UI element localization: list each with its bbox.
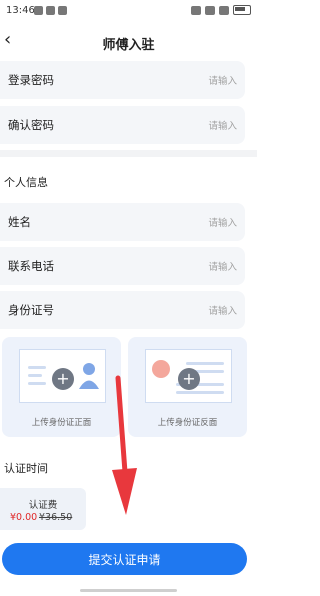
submit-button[interactable]: 提交认证申请: [2, 543, 247, 575]
id-number-label: 身份证号: [8, 303, 54, 317]
upload-id-front-button[interactable]: + 上传身份证正面: [2, 337, 121, 437]
app-notification-icon: [46, 6, 55, 15]
fee-label: 认证费: [28, 500, 58, 511]
name-input[interactable]: [125, 212, 239, 234]
phone-input[interactable]: [125, 256, 239, 278]
emblem-icon: [152, 360, 170, 378]
nav-bar: ‹ 师傅入驻: [0, 26, 257, 56]
certification-fee-card[interactable]: 认证费 ¥0.00 ¥36.50: [0, 488, 86, 530]
login-password-label: 登录密码: [8, 73, 54, 87]
fee-original-price: ¥36.50: [39, 512, 73, 523]
app-notification-icon: [34, 6, 43, 15]
status-bar: 13:46: [0, 0, 257, 24]
upload-back-label: 上传身份证反面: [157, 418, 218, 428]
upload-id-back-button[interactable]: + 上传身份证反面: [128, 337, 247, 437]
name-field[interactable]: 姓名: [0, 203, 245, 241]
id-number-field[interactable]: 身份证号: [0, 291, 245, 329]
home-indicator: [80, 589, 177, 592]
notification-icons: [34, 6, 67, 15]
id-number-input[interactable]: [125, 300, 239, 322]
alarm-icon: [191, 5, 201, 15]
name-label: 姓名: [8, 215, 31, 229]
id-card-front-icon: +: [19, 349, 106, 403]
wifi-icon: [219, 5, 229, 15]
signal-icon: [205, 5, 215, 15]
upload-front-label: 上传身份证正面: [31, 418, 92, 428]
personal-info-title: 个人信息: [4, 176, 48, 189]
battery-icon: [233, 5, 251, 15]
plus-icon: +: [178, 368, 200, 390]
phone-field[interactable]: 联系电话: [0, 247, 245, 285]
section-divider: [0, 150, 257, 157]
system-icons: [191, 5, 251, 15]
confirm-password-label: 确认密码: [8, 118, 54, 132]
fee-price: ¥0.00: [10, 512, 38, 523]
confirm-password-input[interactable]: [125, 115, 239, 137]
plus-icon: +: [52, 368, 74, 390]
login-password-field[interactable]: 登录密码: [0, 61, 245, 99]
certification-title: 认证时间: [4, 462, 48, 475]
id-card-back-icon: +: [145, 349, 232, 403]
page-title: 师傅入驻: [102, 38, 155, 53]
login-password-input[interactable]: [125, 70, 239, 92]
app-notification-icon: [58, 6, 67, 15]
status-time: 13:46: [6, 5, 35, 16]
confirm-password-field[interactable]: 确认密码: [0, 106, 245, 144]
phone-label: 联系电话: [8, 259, 54, 273]
